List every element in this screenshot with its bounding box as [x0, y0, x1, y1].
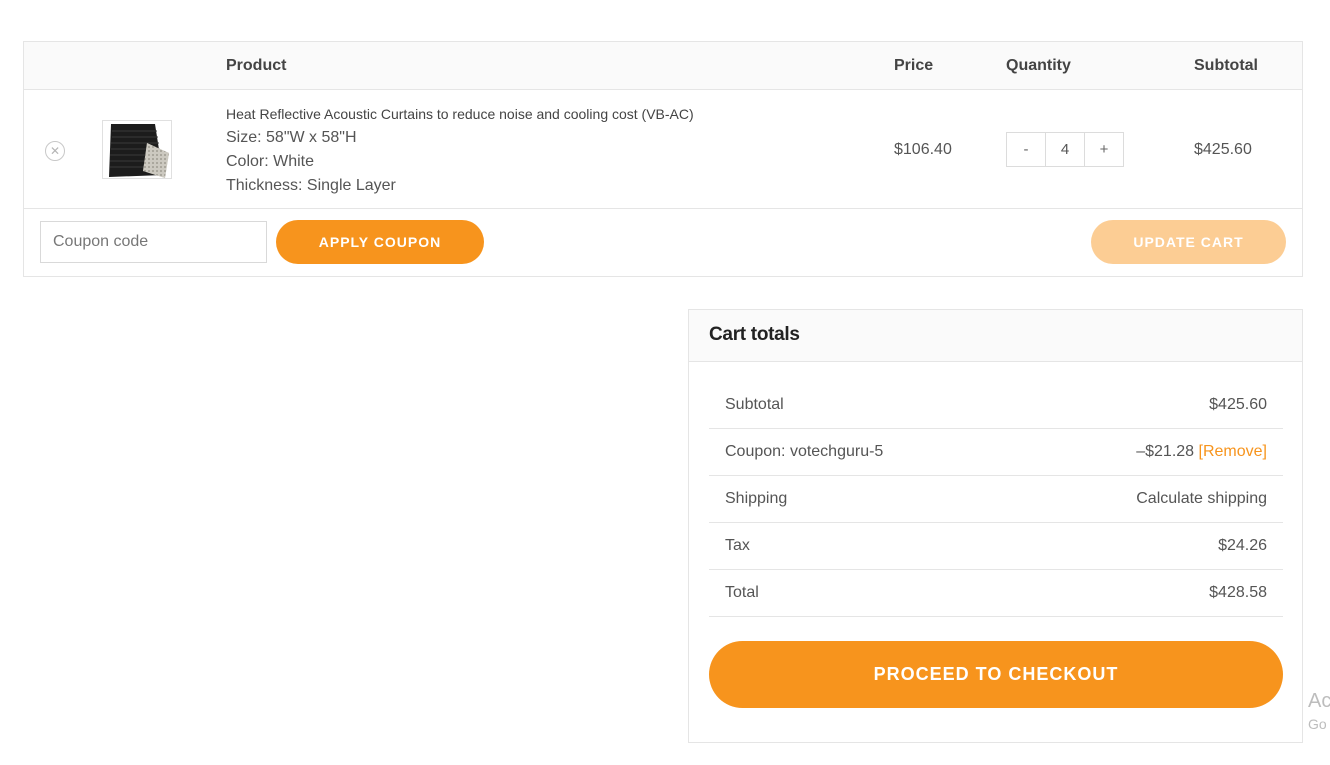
cart-table: Product Price Quantity Subtotal ✕ Heat R…: [23, 41, 1303, 277]
totals-row-tax: Tax $24.26: [709, 523, 1283, 570]
coupon-code-input[interactable]: [40, 221, 267, 263]
update-cart-button[interactable]: UPDATE CART: [1091, 220, 1286, 264]
header-subtotal: Subtotal: [1194, 57, 1258, 74]
activation-watermark-line1: Ac: [1308, 690, 1330, 712]
cart-totals: Cart totals Subtotal $425.60 Coupon: vot…: [688, 309, 1303, 743]
subtotal-value: $425.60: [1209, 396, 1267, 413]
remove-item-icon[interactable]: ✕: [45, 141, 65, 161]
totals-row-total: Total $428.58: [709, 570, 1283, 617]
item-price: $106.40: [894, 141, 952, 158]
coupon-value-group: –$21.28 [Remove]: [1136, 443, 1267, 461]
subtotal-label: Subtotal: [725, 396, 784, 413]
totals-row-subtotal: Subtotal $425.60: [709, 382, 1283, 429]
quantity-stepper: - +: [1006, 132, 1124, 167]
total-value: $428.58: [1209, 584, 1267, 601]
activation-watermark-line2: Go: [1308, 716, 1327, 732]
curtain-image-icon: [103, 121, 171, 178]
proceed-to-checkout-button[interactable]: PROCEED TO CHECKOUT: [709, 641, 1283, 708]
product-size: Size: 58"W x 58"H: [226, 129, 357, 146]
cart-totals-header: Cart totals: [689, 310, 1302, 362]
product-thumbnail[interactable]: [102, 120, 172, 179]
totals-row-shipping: Shipping Calculate shipping: [709, 476, 1283, 523]
cart-actions: APPLY COUPON UPDATE CART: [24, 209, 1302, 277]
item-subtotal: $425.60: [1194, 141, 1252, 158]
totals-row-coupon: Coupon: votechguru-5 –$21.28 [Remove]: [709, 429, 1283, 476]
product-name-link[interactable]: Heat Reflective Acoustic Curtains to red…: [226, 106, 694, 122]
total-label: Total: [725, 584, 759, 601]
cart-totals-table: Subtotal $425.60 Coupon: votechguru-5 –$…: [709, 382, 1283, 617]
tax-value: $24.26: [1218, 537, 1267, 554]
calculate-shipping-link[interactable]: Calculate shipping: [1136, 490, 1267, 508]
quantity-input[interactable]: [1045, 133, 1085, 166]
header-product: Product: [226, 57, 287, 74]
tax-label: Tax: [725, 537, 750, 554]
product-color: Color: White: [226, 153, 315, 170]
coupon-label: Coupon: votechguru-5: [725, 443, 884, 460]
quantity-increase-button[interactable]: +: [1085, 133, 1123, 166]
coupon-discount-value: –$21.28: [1136, 443, 1195, 460]
header-quantity: Quantity: [1006, 57, 1071, 74]
cart-totals-title: Cart totals: [709, 324, 800, 345]
header-price: Price: [894, 57, 934, 74]
apply-coupon-button[interactable]: APPLY COUPON: [276, 220, 484, 264]
cart-item-row: ✕ Heat Reflective Acoustic Curtains to r…: [24, 90, 1302, 209]
cart-table-header: Product Price Quantity Subtotal: [24, 42, 1302, 90]
remove-coupon-link[interactable]: [Remove]: [1199, 443, 1267, 460]
quantity-decrease-button[interactable]: -: [1007, 133, 1045, 166]
shipping-label: Shipping: [725, 490, 788, 507]
product-thickness: Thickness: Single Layer: [226, 177, 396, 194]
